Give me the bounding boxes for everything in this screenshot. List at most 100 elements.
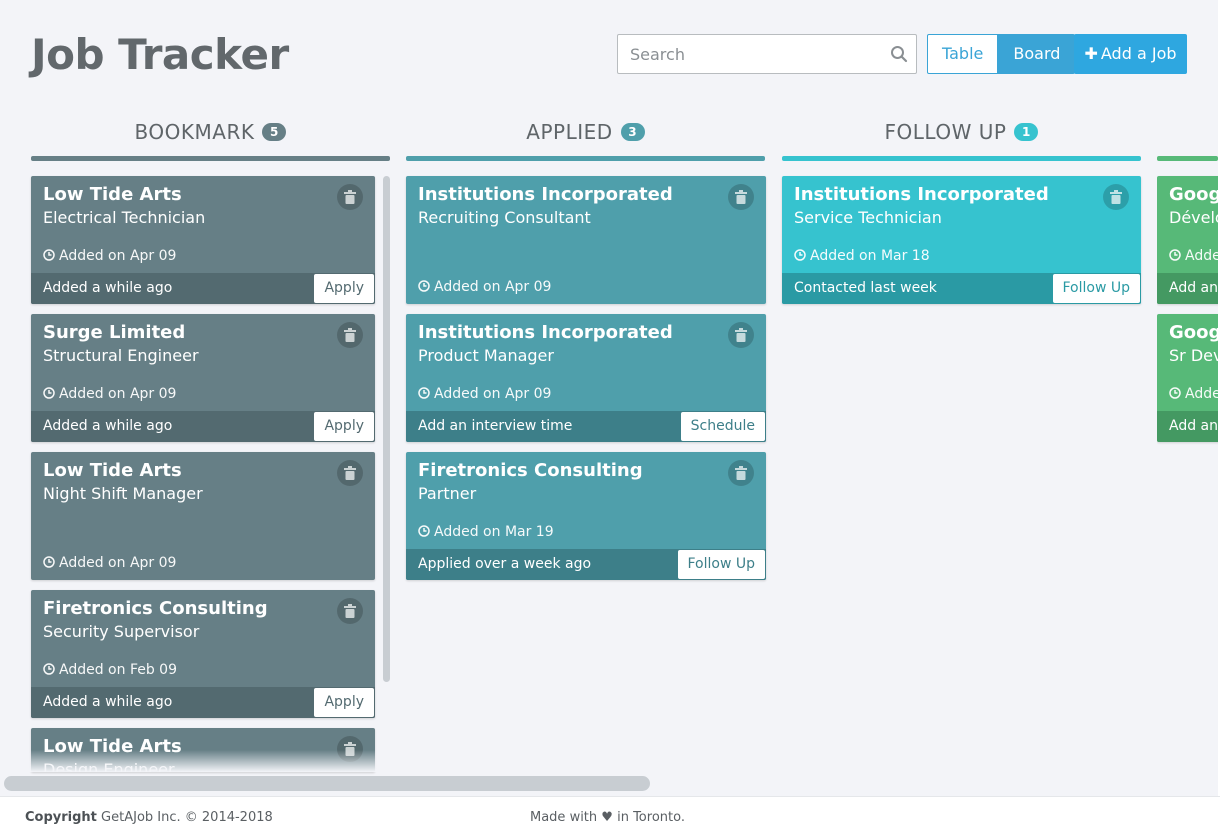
clock-icon [1169, 249, 1181, 261]
schedule-button[interactable]: Schedule [680, 412, 765, 441]
clock-icon [43, 249, 55, 261]
trash-icon[interactable] [337, 184, 363, 210]
trash-icon[interactable] [728, 322, 754, 348]
card-company: Googl [1169, 184, 1218, 205]
job-card[interactable]: Firetronics Consulting Security Supervis… [31, 590, 375, 718]
add-job-button[interactable]: ✚ Add a Job [1074, 34, 1187, 74]
card-company: Institutions Incorporated [418, 184, 673, 205]
card-status: Applied over a week ago [418, 556, 592, 572]
card-added-date: Added on Apr 09 [43, 386, 176, 402]
card-added-date: Added on Apr 09 [418, 386, 551, 402]
search-input[interactable] [618, 35, 916, 73]
card-role: Sr Dev [1169, 346, 1218, 365]
trash-icon[interactable] [337, 322, 363, 348]
card-company: Firetronics Consulting [418, 460, 643, 481]
card-status: Contacted last week [794, 280, 937, 296]
search-box[interactable] [617, 34, 917, 74]
job-card[interactable]: Institutions Incorporated Product Manage… [406, 314, 766, 442]
trash-icon[interactable] [728, 460, 754, 486]
vertical-scrollbar[interactable] [383, 176, 390, 682]
card-status: Added a while ago [43, 280, 173, 296]
card-added-date: Adde [1169, 386, 1218, 402]
card-status: Add an [1169, 280, 1218, 296]
card-role: Electrical Technician [43, 208, 206, 227]
column-title: FOLLOW UP [884, 120, 1007, 144]
clock-icon [418, 387, 430, 399]
clock-icon [1169, 387, 1181, 399]
column-bar [782, 156, 1141, 161]
job-card[interactable]: Surge Limited Structural Engineer Added … [31, 314, 375, 442]
card-company: Low Tide Arts [43, 460, 182, 481]
clock-icon [43, 556, 55, 568]
job-card[interactable]: Googl Dévelo Adde Add an [1157, 176, 1218, 304]
card-status: Add an [1169, 418, 1218, 434]
card-added-date: Adde [1169, 248, 1218, 264]
column-follow-up: FOLLOW UP 1 Institutions Incorporated Ser… [782, 120, 1141, 304]
copyright: Copyright GetAJob Inc. © 2014-2018 [25, 810, 273, 825]
card-company: Surge Limited [43, 322, 186, 343]
column-bookmark: BOOKMARK 5 Low Tide Arts Electrical Techn… [31, 120, 390, 772]
column-header: BOOKMARK 5 [31, 120, 390, 156]
trash-icon[interactable] [1103, 184, 1129, 210]
clock-icon [43, 663, 55, 675]
card-role: Structural Engineer [43, 346, 199, 365]
scroll-fade [0, 750, 1220, 772]
page-footer: Copyright GetAJob Inc. © 2014-2018 Made … [0, 796, 1220, 838]
apply-button[interactable]: Apply [314, 274, 374, 303]
card-status: Added a while ago [43, 694, 173, 710]
column-bar [1157, 156, 1218, 161]
card-added-date: Added on Mar 18 [794, 248, 930, 264]
clock-icon [418, 280, 430, 292]
job-card[interactable]: Institutions Incorporated Service Techni… [782, 176, 1141, 304]
apply-button[interactable]: Apply [314, 412, 374, 441]
count-badge: 3 [620, 123, 645, 141]
search-icon[interactable] [890, 45, 908, 63]
clock-icon [418, 525, 430, 537]
trash-icon[interactable] [337, 598, 363, 624]
trash-icon[interactable] [728, 184, 754, 210]
card-footer: Added a while ago Apply [31, 687, 375, 718]
column-bar [406, 156, 765, 161]
column-applied: APPLIED 3 Institutions Incorporated Recru… [406, 120, 766, 580]
card-role: Recruiting Consultant [418, 208, 591, 227]
column-header [1157, 120, 1218, 156]
trash-icon[interactable] [337, 460, 363, 486]
table-view-button[interactable]: Table [927, 34, 999, 74]
column-header: APPLIED 3 [406, 120, 765, 156]
card-company: Institutions Incorporated [794, 184, 1049, 205]
job-card[interactable]: Googl Sr Dev Adde Add an [1157, 314, 1218, 442]
card-footer: Added a while ago Apply [31, 411, 375, 442]
column-header: FOLLOW UP 1 [782, 120, 1141, 156]
card-role: Night Shift Manager [43, 484, 203, 503]
card-role: Product Manager [418, 346, 554, 365]
horizontal-scrollbar[interactable] [4, 776, 650, 791]
card-company: Googl [1169, 322, 1218, 343]
card-role: Dévelo [1169, 208, 1218, 227]
heart-icon: ♥ [601, 810, 613, 825]
job-card[interactable]: Firetronics Consulting Partner Added on … [406, 452, 766, 580]
card-footer: Add an interview time Schedule [406, 411, 766, 442]
card-status: Added a while ago [43, 418, 173, 434]
card-role: Partner [418, 484, 477, 503]
made-with: Made with ♥ in Toronto. [530, 810, 685, 825]
page-title: Job Tracker [31, 30, 289, 79]
column-bar [31, 156, 390, 161]
job-card[interactable]: Institutions Incorporated Recruiting Con… [406, 176, 766, 304]
card-added-date: Added on Feb 09 [43, 662, 177, 678]
follow-up-button[interactable]: Follow Up [677, 550, 765, 579]
card-footer: Contacted last week Follow Up [782, 273, 1141, 304]
job-card[interactable]: Low Tide Arts Electrical Technician Adde… [31, 176, 375, 304]
clock-icon [794, 249, 806, 261]
view-toggle: Table Board [927, 34, 1076, 74]
count-badge: 5 [262, 123, 287, 141]
column-title: APPLIED [526, 120, 613, 144]
job-card[interactable]: Low Tide Arts Night Shift Manager Added … [31, 452, 375, 580]
card-company: Institutions Incorporated [418, 322, 673, 343]
follow-up-button[interactable]: Follow Up [1052, 274, 1140, 303]
clock-icon [43, 387, 55, 399]
apply-button[interactable]: Apply [314, 688, 374, 717]
card-footer: Add an [1157, 411, 1218, 442]
board-view-button[interactable]: Board [998, 34, 1076, 74]
column-partial: Googl Dévelo Adde Add an Googl Sr Dev Ad… [1157, 120, 1218, 450]
card-added-date: Added on Apr 09 [43, 248, 176, 264]
